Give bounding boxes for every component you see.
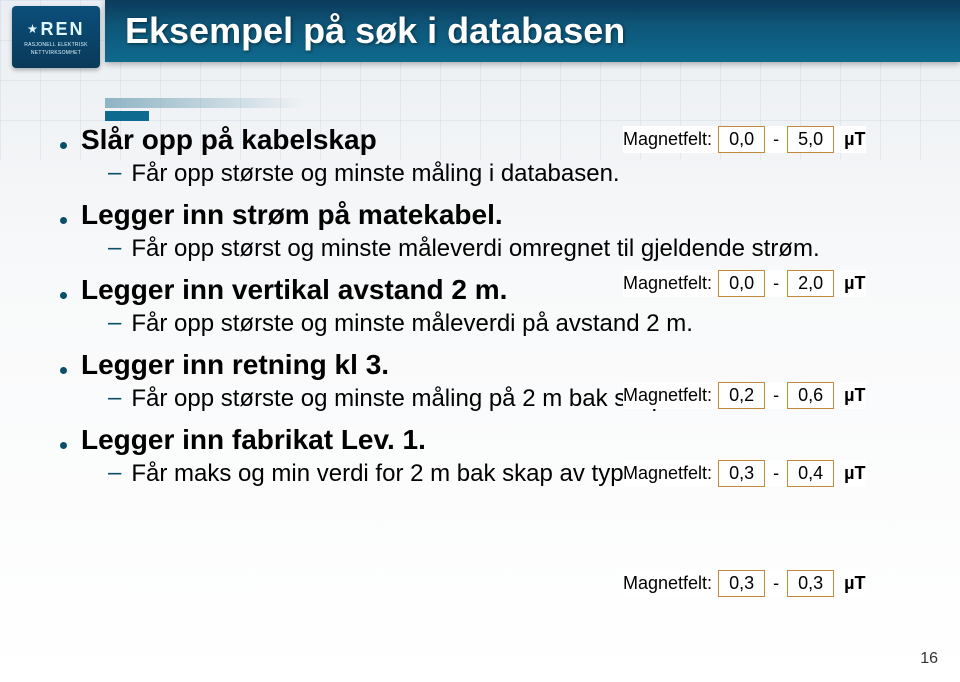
mag-sep: - (773, 385, 779, 406)
bullet-list: Slår opp på kabelskap – Får opp største … (60, 122, 930, 489)
mag-unit: µT (844, 273, 865, 294)
accent-bar-light (105, 98, 305, 108)
magnetfelt-badge: Magnetfelt: 0,3-0,3 µT (623, 570, 866, 597)
mag-unit: µT (844, 385, 865, 406)
magnetfelt-badge: Magnetfelt: 0,2-0,6 µT (623, 382, 866, 409)
sub-list-item: – Får opp største og minste måleverdi på… (108, 309, 930, 339)
magnetfelt-badge: Magnetfelt: 0,3-0,4 µT (623, 460, 866, 487)
mag-unit: µT (844, 573, 865, 594)
logo-main: REN (27, 19, 84, 40)
mag-high: 0,4 (787, 460, 834, 487)
dash-icon: – (108, 459, 121, 489)
bullet-text: Slår opp på kabelskap (81, 122, 377, 157)
bullet-text: Legger inn strøm på matekabel. (81, 197, 503, 232)
mag-sep: - (773, 573, 779, 594)
sub-list-item: – Får opp største og minste måling i dat… (108, 159, 930, 189)
logo-sub2: NETTVIRKSOMHET (31, 50, 81, 56)
logo-text: REN (40, 19, 84, 40)
sub-text: Får opp størst og minste måleverdi omreg… (131, 234, 819, 264)
sub-text: Får opp største og minste måleverdi på a… (131, 309, 693, 339)
mag-low: 0,2 (718, 382, 765, 409)
sub-list-item: – Får opp størst og minste måleverdi omr… (108, 234, 930, 264)
mag-label: Magnetfelt: (623, 273, 712, 294)
bullet-dot-icon (60, 442, 67, 449)
content: Slår opp på kabelskap – Får opp største … (60, 122, 930, 497)
dash-icon: – (108, 159, 121, 189)
mag-label: Magnetfelt: (623, 129, 712, 150)
bullet-text: Legger inn fabrikat Lev. 1. (81, 422, 426, 457)
sub-text: Får opp største og minste måling på 2 m … (131, 384, 691, 414)
bullet-text: Legger inn retning kl 3. (81, 347, 389, 382)
mag-unit: µT (844, 463, 865, 484)
accent-bar-dark (105, 111, 149, 121)
logo: REN RASJONELL ELEKTRISK NETTVIRKSOMHET (12, 6, 100, 68)
sub-text: Får opp største og minste måling i datab… (131, 159, 619, 189)
mag-high: 2,0 (787, 270, 834, 297)
dash-icon: – (108, 309, 121, 339)
mag-low: 0,3 (718, 460, 765, 487)
mag-low: 0,0 (718, 270, 765, 297)
logo-sub1: RASJONELL ELEKTRISK (24, 42, 88, 48)
page-number: 16 (920, 650, 938, 668)
mag-high: 5,0 (787, 126, 834, 153)
bullet-dot-icon (60, 217, 67, 224)
dash-icon: – (108, 234, 121, 264)
mag-unit: µT (844, 129, 865, 150)
mag-low: 0,0 (718, 126, 765, 153)
bullet-text: Legger inn vertikal avstand 2 m. (81, 272, 507, 307)
mag-high: 0,6 (787, 382, 834, 409)
bullet-dot-icon (60, 142, 67, 149)
mag-high: 0,3 (787, 570, 834, 597)
mag-sep: - (773, 463, 779, 484)
page-title: Eksempel på søk i databasen (125, 10, 625, 52)
mag-sep: - (773, 273, 779, 294)
title-bar: Eksempel på søk i databasen (105, 0, 960, 62)
magnetfelt-badge: Magnetfelt: 0,0-2,0 µT (623, 270, 866, 297)
mag-label: Magnetfelt: (623, 463, 712, 484)
mag-low: 0,3 (718, 570, 765, 597)
mag-sep: - (773, 129, 779, 150)
bullet-dot-icon (60, 292, 67, 299)
list-item: Legger inn strøm på matekabel. – Får opp… (60, 197, 930, 264)
magnetfelt-badge: Magnetfelt: 0,0-5,0 µT (623, 126, 866, 153)
accent-bars (105, 98, 305, 121)
dash-icon: – (108, 384, 121, 414)
mag-label: Magnetfelt: (623, 573, 712, 594)
bullet-dot-icon (60, 367, 67, 374)
star-icon (27, 24, 37, 34)
mag-label: Magnetfelt: (623, 385, 712, 406)
slide: REN RASJONELL ELEKTRISK NETTVIRKSOMHET E… (0, 0, 960, 682)
